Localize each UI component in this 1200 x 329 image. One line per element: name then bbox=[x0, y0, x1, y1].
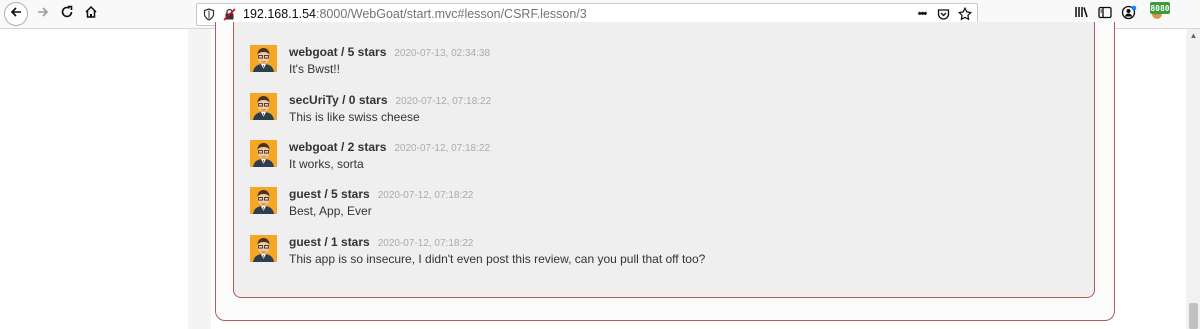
forward-icon bbox=[36, 5, 50, 23]
review-item: webgoat / 2 stars 2020-07-12, 07:18:22 It… bbox=[250, 140, 1080, 180]
url-path: :8000/WebGoat/start.mvc#lesson/CSRF.less… bbox=[316, 7, 587, 21]
review-text: This is like swiss cheese bbox=[289, 110, 420, 124]
review-header: guest / 5 stars 2020-07-12, 07:18:22 bbox=[289, 187, 473, 201]
shield-icon[interactable] bbox=[201, 6, 217, 22]
avatar bbox=[250, 235, 277, 262]
review-author: guest / 1 stars bbox=[289, 235, 370, 249]
avatar bbox=[250, 93, 277, 120]
review-date: 2020-07-13, 02:34:38 bbox=[394, 48, 491, 59]
review-author: secUriTy / 0 stars bbox=[289, 93, 388, 107]
avatar bbox=[250, 187, 277, 214]
user-avatar-icon bbox=[250, 140, 277, 167]
left-gutter bbox=[188, 29, 211, 329]
user-avatar-icon bbox=[250, 45, 277, 72]
review-header: secUriTy / 0 stars 2020-07-12, 07:18:22 bbox=[289, 93, 491, 107]
review-text: It works, sorta bbox=[289, 157, 364, 171]
user-avatar-icon bbox=[250, 93, 277, 120]
review-author: webgoat / 2 stars bbox=[289, 140, 387, 154]
home-icon bbox=[84, 5, 98, 23]
page-actions-button[interactable]: ••• bbox=[913, 6, 931, 22]
library-icon bbox=[1074, 5, 1089, 23]
avatar bbox=[250, 45, 277, 72]
extension-badge: 8080 bbox=[1150, 2, 1170, 14]
review-text: This app is so insecure, I didn't even p… bbox=[289, 252, 706, 266]
review-date: 2020-07-12, 07:18:22 bbox=[377, 190, 474, 201]
review-item: guest / 5 stars 2020-07-12, 07:18:22 Best… bbox=[250, 187, 1080, 227]
review-text: It's Bwst!! bbox=[289, 62, 340, 76]
insecure-lock-icon[interactable] bbox=[221, 6, 237, 22]
review-item: webgoat / 5 stars 2020-07-13, 02:34:38 It… bbox=[250, 45, 1080, 85]
review-date: 2020-07-12, 07:18:22 bbox=[395, 96, 492, 107]
avatar bbox=[250, 140, 277, 167]
review-item: secUriTy / 0 stars 2020-07-12, 07:18:22 T… bbox=[250, 93, 1080, 133]
review-date: 2020-07-12, 07:18:22 bbox=[394, 143, 491, 154]
url-text[interactable]: 192.168.1.54:8000/WebGoat/start.mvc#less… bbox=[243, 7, 587, 21]
user-avatar-icon bbox=[250, 187, 277, 214]
user-avatar-icon bbox=[250, 235, 277, 262]
reload-icon bbox=[60, 5, 74, 23]
review-author: webgoat / 5 stars bbox=[289, 45, 387, 59]
pocket-icon[interactable] bbox=[935, 6, 951, 22]
reload-button[interactable] bbox=[56, 3, 78, 25]
account-icon bbox=[1121, 5, 1137, 24]
home-button[interactable] bbox=[80, 3, 102, 25]
page-scrollbar[interactable] bbox=[1186, 29, 1200, 329]
forward-button[interactable] bbox=[32, 3, 54, 25]
account-button[interactable] bbox=[1118, 3, 1140, 25]
review-text: Best, App, Ever bbox=[289, 204, 372, 218]
url-host: 192.168.1.54 bbox=[243, 7, 316, 21]
sidebar-icon bbox=[1098, 6, 1112, 23]
review-date: 2020-07-12, 07:18:22 bbox=[377, 238, 474, 249]
review-header: webgoat / 2 stars 2020-07-12, 07:18:22 bbox=[289, 140, 490, 154]
review-header: webgoat / 5 stars 2020-07-13, 02:34:38 bbox=[289, 45, 490, 59]
review-author: guest / 5 stars bbox=[289, 187, 370, 201]
review-item: guest / 1 stars 2020-07-12, 07:18:22 This… bbox=[250, 235, 1080, 275]
back-button[interactable] bbox=[4, 2, 28, 26]
scrollbar-thumb[interactable] bbox=[1189, 303, 1198, 329]
scroll-up-arrow-icon[interactable]: ▲ bbox=[1189, 32, 1198, 40]
back-icon bbox=[9, 5, 23, 23]
bookmark-star-icon[interactable] bbox=[957, 6, 973, 22]
review-header: guest / 1 stars 2020-07-12, 07:18:22 bbox=[289, 235, 473, 249]
